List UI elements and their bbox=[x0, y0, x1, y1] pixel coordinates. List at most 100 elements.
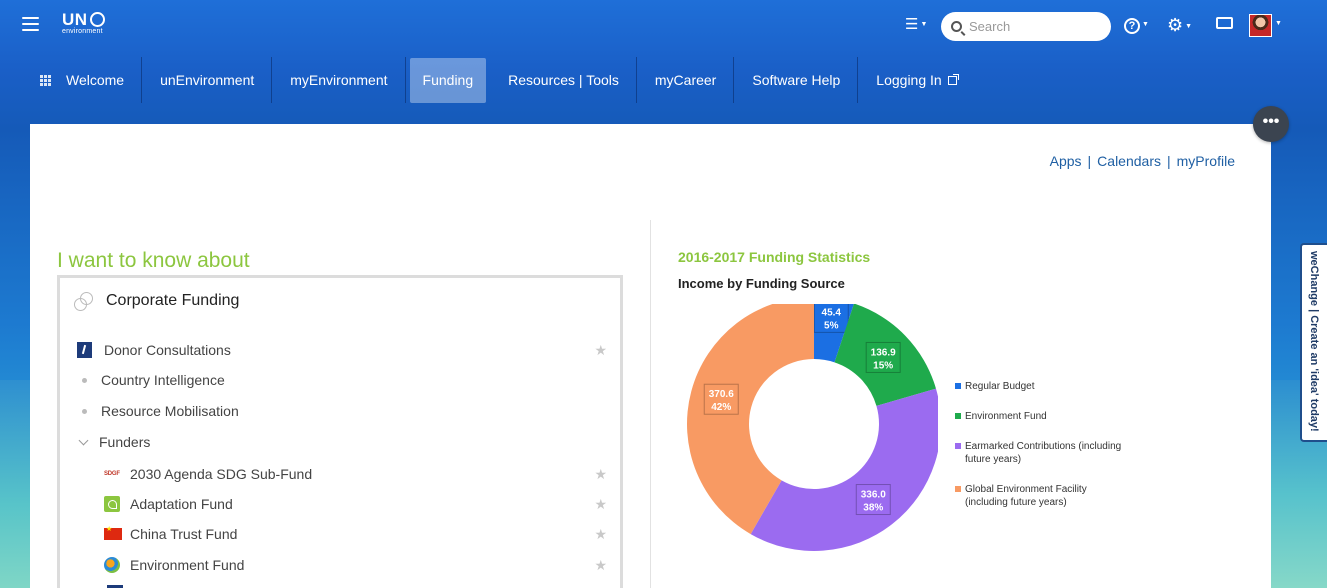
links-icon bbox=[73, 291, 93, 311]
legend-label: Global Environment Facility (including f… bbox=[965, 484, 1087, 508]
un-environment-logo[interactable]: UN environment bbox=[62, 11, 105, 36]
menu-item-label: Donor Consultations bbox=[104, 342, 231, 358]
menu-item-funders[interactable]: Funders bbox=[77, 430, 607, 454]
menu-item-label: Country Intelligence bbox=[101, 372, 225, 388]
search-field[interactable] bbox=[941, 12, 1111, 41]
funding-stats-title: 2016-2017 Funding Statistics bbox=[678, 249, 871, 265]
environment-fund-icon bbox=[104, 557, 120, 573]
section-heading: I want to know about bbox=[57, 249, 250, 272]
legend-label: Environment Fund bbox=[965, 411, 1047, 422]
legend-entry: Global Environment Facility (including f… bbox=[955, 483, 1130, 509]
funder-item-china-trust-fund[interactable]: China Trust Fund ★ bbox=[104, 522, 607, 546]
funder-item-sdg-sub-fund[interactable]: SDGF 2030 Agenda SDG Sub-Fund ★ bbox=[104, 462, 607, 486]
nav-item-resources-tools[interactable]: Resources | Tools bbox=[490, 57, 637, 103]
nav-label: myCareer bbox=[654, 72, 717, 88]
help-icon[interactable]: ? ▼ bbox=[1124, 15, 1149, 35]
nav-item-unenvironment[interactable]: unEnvironment bbox=[142, 57, 273, 103]
inbox-icon[interactable] bbox=[1216, 15, 1233, 35]
avatar[interactable] bbox=[1249, 14, 1272, 37]
legend-swatch bbox=[955, 486, 961, 492]
legend-entry: Earmarked Contributions (including futur… bbox=[955, 440, 1130, 466]
chart-legend: Regular Budget Environment Fund Earmarked … bbox=[955, 380, 1130, 526]
legend-swatch bbox=[955, 383, 961, 389]
calendars-link[interactable]: Calendars bbox=[1097, 153, 1161, 169]
china-flag-icon bbox=[104, 525, 122, 540]
chevron-down-icon bbox=[78, 435, 89, 445]
data-label-percent: 38% bbox=[863, 503, 883, 514]
logo-main-text: UN bbox=[62, 10, 88, 29]
chevron-down-icon[interactable]: ▼ bbox=[1275, 20, 1282, 27]
column-divider bbox=[650, 220, 651, 588]
slice-data-label: 370.6 42% bbox=[703, 383, 739, 415]
apps-link[interactable]: Apps bbox=[1050, 153, 1082, 169]
menu-item-label: Resource Mobilisation bbox=[101, 403, 239, 419]
menu-item-country-intelligence[interactable]: Country Intelligence bbox=[77, 368, 607, 392]
data-label-percent: 15% bbox=[873, 360, 893, 371]
star-icon[interactable]: ★ bbox=[594, 342, 607, 359]
menu-icon[interactable] bbox=[22, 17, 39, 31]
nav-label: Welcome bbox=[66, 72, 125, 88]
separator: | bbox=[1167, 153, 1171, 169]
nav-item-welcome[interactable]: Welcome bbox=[22, 57, 143, 103]
data-label-value: 370.6 bbox=[709, 389, 734, 400]
nav-label: Resources | Tools bbox=[508, 72, 619, 88]
legend-swatch bbox=[955, 443, 961, 449]
nav-label: Software Help bbox=[752, 72, 841, 88]
wechange-tab[interactable]: weChange | Create an 'idea' today! bbox=[1300, 243, 1327, 442]
slice-data-label: 136.9 15% bbox=[865, 341, 901, 373]
nav-item-myenvironment[interactable]: myEnvironment bbox=[272, 57, 406, 103]
funder-item-adaptation-fund[interactable]: Adaptation Fund ★ bbox=[104, 492, 607, 516]
data-label-value: 336.0 bbox=[861, 490, 886, 501]
separator: | bbox=[1087, 153, 1092, 169]
star-icon[interactable]: ★ bbox=[594, 526, 607, 543]
sdgf-logo-icon: SDGF bbox=[104, 471, 120, 477]
funder-label: Environment Fund bbox=[130, 557, 245, 573]
background-reef-left bbox=[0, 380, 30, 588]
content-panel: Apps | Calendars | myProfile I want to know … bbox=[30, 124, 1271, 588]
list-icon[interactable]: ☰ ▼ bbox=[905, 15, 927, 33]
data-label-value: 45.4 bbox=[822, 307, 842, 318]
top-bar: UN environment ☰▼ ?▼ ⚙▼ ▼ bbox=[0, 0, 1327, 52]
bullet-icon bbox=[82, 408, 87, 414]
nav-item-logging-in[interactable]: Logging In bbox=[858, 57, 974, 103]
wechange-label: weChange | Create an 'idea' today! bbox=[1308, 251, 1320, 432]
star-icon[interactable]: ★ bbox=[594, 496, 607, 513]
chart-subtitle: Income by Funding Source bbox=[678, 276, 845, 291]
funder-item-environment-fund[interactable]: Environment Fund ★ bbox=[104, 553, 607, 577]
slice-data-label: 45.4 5% bbox=[813, 304, 849, 333]
menu-item-label: Funders bbox=[99, 434, 151, 450]
funder-label: Adaptation Fund bbox=[130, 496, 233, 512]
menu-item-donor-consultations[interactable]: Donor Consultations ★ bbox=[77, 338, 607, 362]
search-icon bbox=[951, 21, 962, 32]
slice-data-label: 336.0 38% bbox=[855, 484, 891, 516]
nav-item-software-help[interactable]: Software Help bbox=[734, 57, 859, 103]
donut-slice[interactable] bbox=[750, 388, 938, 551]
star-icon[interactable]: ★ bbox=[594, 557, 607, 574]
app-grid-icon bbox=[40, 74, 51, 86]
quick-links: Apps | Calendars | myProfile bbox=[1050, 153, 1235, 169]
external-link-icon bbox=[947, 73, 959, 85]
data-label-value: 136.9 bbox=[871, 347, 896, 358]
myprofile-link[interactable]: myProfile bbox=[1177, 153, 1235, 169]
menu-title: Corporate Funding bbox=[106, 292, 240, 309]
bullet-icon bbox=[82, 377, 87, 383]
funder-label: China Trust Fund bbox=[130, 526, 238, 542]
nav-label: Funding bbox=[422, 72, 474, 88]
legend-swatch bbox=[955, 413, 961, 419]
data-label-percent: 5% bbox=[824, 320, 839, 331]
more-options-button[interactable]: ••• bbox=[1253, 106, 1289, 142]
funder-label: 2030 Agenda SDG Sub-Fund bbox=[130, 466, 313, 482]
nav-item-mycareer[interactable]: myCareer bbox=[637, 57, 735, 103]
search-input[interactable] bbox=[969, 19, 1099, 34]
corporate-funding-menu: Corporate Funding Donor Consultations ★ … bbox=[57, 275, 623, 588]
menu-item-resource-mobilisation[interactable]: Resource Mobilisation bbox=[77, 399, 607, 423]
data-label-percent: 42% bbox=[711, 402, 731, 413]
nav-item-funding[interactable]: Funding bbox=[409, 57, 487, 103]
gear-icon[interactable]: ⚙ ▼ bbox=[1167, 15, 1192, 37]
legend-label: Earmarked Contributions (including futur… bbox=[965, 441, 1122, 465]
legend-label: Regular Budget bbox=[965, 381, 1035, 392]
nav-label: Logging In bbox=[876, 72, 942, 88]
adaptation-fund-icon bbox=[104, 496, 120, 512]
funding-donut-chart: 45.4 5% 136.9 15% 336.0 38% 370.6 42% bbox=[687, 304, 938, 551]
star-icon[interactable]: ★ bbox=[594, 466, 607, 483]
